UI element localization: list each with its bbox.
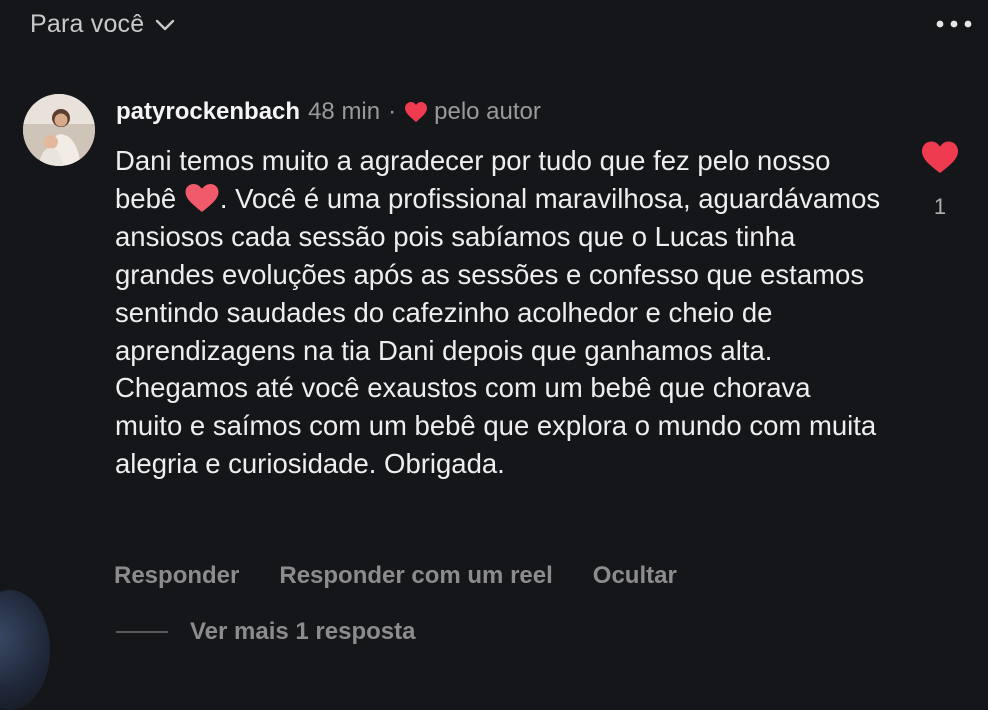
username[interactable]: patyrockenbach bbox=[116, 98, 300, 126]
comment-text: Dani temos muito a agradecer por tudo qu… bbox=[115, 142, 885, 483]
comment-meta: patyrockenbach 48 min · pelo autor bbox=[116, 98, 541, 126]
like-column: 1 bbox=[920, 140, 960, 220]
sort-dropdown[interactable]: Para você bbox=[30, 10, 176, 39]
hide-button[interactable]: Ocultar bbox=[593, 562, 677, 590]
red-heart-emoji-icon bbox=[185, 183, 219, 212]
liked-by-author-badge: pelo autor bbox=[404, 98, 541, 126]
liked-by-author-label: pelo autor bbox=[434, 98, 541, 125]
comment-time: 48 min bbox=[308, 98, 381, 125]
profile-photo-icon bbox=[23, 94, 95, 166]
view-replies-button[interactable]: Ver mais 1 resposta bbox=[116, 618, 415, 646]
like-count: 1 bbox=[933, 194, 947, 219]
comments-header: Para você bbox=[0, 0, 988, 52]
sort-label: Para você bbox=[30, 10, 145, 38]
reply-with-reel-button[interactable]: Responder com um reel bbox=[279, 562, 552, 590]
comment-actions: Responder Responder com um reel Ocultar bbox=[114, 562, 677, 590]
heart-icon bbox=[405, 102, 428, 122]
chevron-down-icon bbox=[156, 19, 175, 30]
more-horizontal-icon bbox=[936, 20, 972, 28]
partial-avatar-edge bbox=[0, 590, 50, 710]
reply-button[interactable]: Responder bbox=[114, 562, 239, 590]
view-replies-label: Ver mais 1 resposta bbox=[190, 618, 416, 645]
replies-divider bbox=[116, 631, 168, 633]
avatar[interactable] bbox=[23, 94, 95, 166]
more-options-button[interactable] bbox=[934, 12, 974, 36]
like-heart-button[interactable] bbox=[921, 140, 959, 174]
comment-text-part2: . Você é uma profissional maravilhosa, a… bbox=[115, 182, 881, 480]
meta-separator: · bbox=[388, 98, 397, 125]
